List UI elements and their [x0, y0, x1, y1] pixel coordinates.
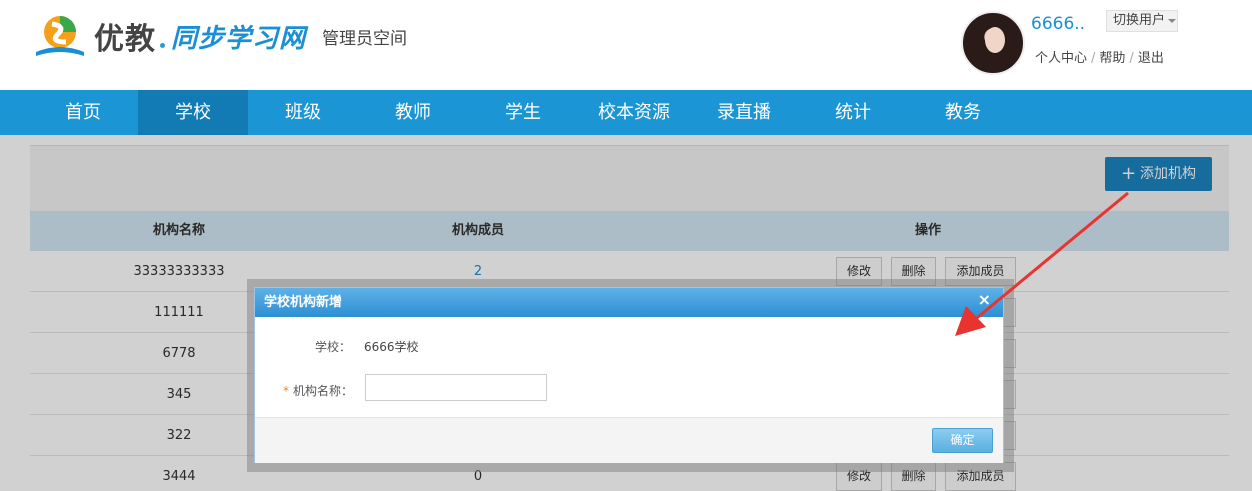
nav-item-student[interactable]: 学生 — [468, 90, 578, 135]
confirm-button[interactable]: 确定 — [932, 428, 993, 453]
org-name-label: * 机构名称： — [282, 384, 353, 398]
main-nav: 首页 学校 班级 教师 学生 校本资源 录直播 统计 教务 — [0, 90, 1252, 135]
school-value: 6666学校 — [364, 340, 419, 354]
nav-item-home[interactable]: 首页 — [28, 90, 138, 135]
nav-item-stats[interactable]: 统计 — [798, 90, 908, 135]
nav-item-school-resources[interactable]: 校本资源 — [578, 90, 690, 135]
link-logout[interactable]: 退出 — [1138, 51, 1164, 66]
logo-text-brand: 优教 — [94, 22, 156, 57]
user-name[interactable]: 6666.. — [1031, 14, 1085, 34]
school-label: 学校： — [314, 340, 351, 354]
dialog-title-bar: 学校机构新增 × — [255, 288, 1003, 317]
add-org-dialog: 学校机构新增 × 学校： 6666学校 * 机构名称： 确定 — [254, 287, 1004, 463]
switch-user-label: 切换用户 — [1113, 13, 1166, 28]
nav-item-academic[interactable]: 教务 — [908, 90, 1018, 135]
nav-item-class[interactable]: 班级 — [248, 90, 358, 135]
nav-item-live[interactable]: 录直播 — [690, 90, 798, 135]
required-mark: * — [282, 384, 289, 398]
avatar[interactable] — [961, 11, 1025, 75]
logo-dot — [160, 43, 165, 48]
nav-item-school[interactable]: 学校 — [138, 90, 248, 135]
logo[interactable]: 优教 同步学习网 管理员空间 — [32, 12, 407, 60]
logo-mark-icon — [32, 12, 88, 60]
nav-item-teacher[interactable]: 教师 — [358, 90, 468, 135]
logo-text-sync: 同步学习网 — [171, 23, 307, 54]
dialog-title: 学校机构新增 — [264, 295, 343, 310]
header: 优教 同步学习网 管理员空间 6666.. 切换用户 个人中心 / 帮助 / 退出 — [0, 0, 1252, 90]
user-links: 个人中心 / 帮助 / 退出 — [1035, 51, 1164, 66]
link-personal-center[interactable]: 个人中心 — [1035, 51, 1087, 66]
dialog-footer: 确定 — [255, 417, 1003, 463]
close-icon[interactable]: × — [978, 285, 991, 314]
org-name-input[interactable] — [365, 374, 547, 401]
chevron-down-icon — [1168, 18, 1177, 23]
switch-user-button[interactable]: 切换用户 — [1106, 10, 1178, 32]
space-label: 管理员空间 — [322, 28, 408, 49]
link-help[interactable]: 帮助 — [1099, 51, 1125, 66]
